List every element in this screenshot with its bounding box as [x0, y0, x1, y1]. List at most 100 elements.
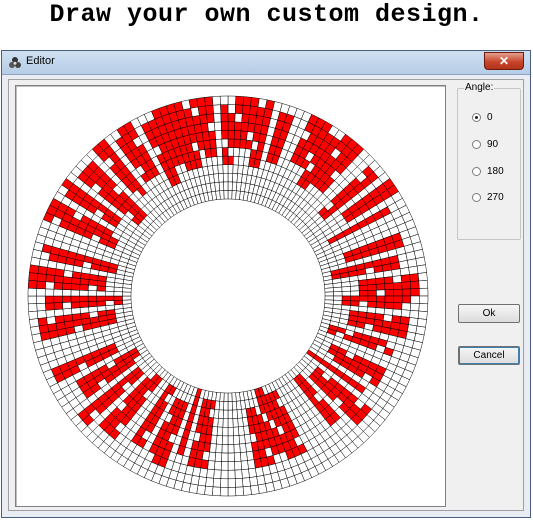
- grid-cell[interactable]: [199, 114, 208, 125]
- grid-cell[interactable]: [358, 279, 368, 286]
- grid-cell[interactable]: [237, 417, 244, 428]
- grid-cell[interactable]: [358, 295, 369, 302]
- grid-cell[interactable]: [367, 284, 377, 291]
- grid-cell[interactable]: [219, 190, 225, 200]
- angle-option-90[interactable]: 90: [472, 138, 498, 152]
- grid-cell[interactable]: [221, 444, 229, 454]
- grid-cell[interactable]: [391, 268, 402, 277]
- grid-cell[interactable]: [238, 434, 246, 445]
- grid-cell[interactable]: [246, 450, 255, 461]
- grid-cell[interactable]: [227, 426, 234, 437]
- grid-cell[interactable]: [37, 317, 48, 327]
- grid-cell[interactable]: [62, 301, 72, 310]
- grid-cell[interactable]: [222, 418, 229, 428]
- angle-option-0[interactable]: 0: [472, 111, 493, 125]
- grid-cell[interactable]: [233, 138, 241, 149]
- grid-cell[interactable]: [409, 273, 420, 282]
- grid-cell[interactable]: [417, 272, 428, 282]
- grid-cell[interactable]: [227, 418, 234, 428]
- grid-cell[interactable]: [219, 95, 229, 105]
- grid-cell[interactable]: [240, 460, 249, 470]
- grid-cell[interactable]: [227, 138, 235, 148]
- grid-cell[interactable]: [227, 444, 235, 454]
- grid-cell[interactable]: [227, 130, 235, 140]
- grid-cell[interactable]: [62, 308, 73, 316]
- grid-cell[interactable]: [214, 452, 223, 462]
- grid-cell[interactable]: [227, 452, 235, 462]
- grid-cell[interactable]: [54, 308, 64, 317]
- grid-cell[interactable]: [27, 280, 38, 289]
- grid-cell[interactable]: [63, 314, 74, 323]
- grid-cell[interactable]: [221, 130, 229, 140]
- grid-cell[interactable]: [29, 318, 40, 328]
- grid-cell[interactable]: [410, 295, 420, 304]
- grid-cell[interactable]: [227, 461, 236, 471]
- grid-cell[interactable]: [227, 469, 236, 480]
- grid-cell[interactable]: [216, 147, 223, 157]
- grid-cell[interactable]: [96, 290, 106, 297]
- grid-cell[interactable]: [392, 275, 402, 284]
- grid-cell[interactable]: [367, 295, 377, 303]
- grid-cell[interactable]: [227, 401, 233, 411]
- grid-cell[interactable]: [79, 289, 89, 297]
- grid-cell[interactable]: [227, 104, 236, 114]
- grid-cell[interactable]: [54, 315, 65, 324]
- grid-cell[interactable]: [104, 290, 115, 297]
- grid-cell[interactable]: [227, 409, 234, 420]
- grid-cell[interactable]: [376, 295, 386, 303]
- grid-cell[interactable]: [70, 301, 81, 309]
- grid-cell[interactable]: [234, 121, 242, 132]
- grid-cell[interactable]: [384, 282, 394, 291]
- grid-cell[interactable]: [45, 274, 56, 283]
- grid-cell[interactable]: [87, 295, 98, 302]
- grid-cell[interactable]: [227, 147, 235, 157]
- grid-cell[interactable]: [220, 461, 229, 471]
- grid-cell[interactable]: [232, 155, 240, 166]
- grid-cell[interactable]: [233, 130, 242, 140]
- grid-cell[interactable]: [350, 300, 360, 307]
- grid-cell[interactable]: [54, 275, 64, 284]
- grid-cell[interactable]: [220, 469, 229, 480]
- grid-cell[interactable]: [242, 485, 252, 496]
- grid-cell[interactable]: [87, 300, 98, 308]
- ok-button[interactable]: Ok: [458, 304, 520, 323]
- grid-cell[interactable]: [341, 286, 351, 292]
- grid-cell[interactable]: [384, 301, 394, 310]
- grid-cell[interactable]: [215, 443, 223, 454]
- grid-cell[interactable]: [96, 300, 106, 307]
- grid-cell[interactable]: [232, 426, 240, 437]
- grid-cell[interactable]: [249, 476, 259, 487]
- grid-cell[interactable]: [366, 278, 377, 286]
- grid-cell[interactable]: [204, 485, 214, 496]
- grid-cell[interactable]: [213, 469, 222, 479]
- grid-cell[interactable]: [401, 288, 412, 297]
- grid-cell[interactable]: [227, 487, 237, 497]
- grid-cell[interactable]: [375, 277, 385, 285]
- grid-cell[interactable]: [383, 276, 394, 284]
- grid-cell[interactable]: [410, 302, 420, 312]
- grid-cell[interactable]: [213, 113, 222, 123]
- angle-option-180[interactable]: 180: [472, 165, 504, 179]
- grid-cell[interactable]: [392, 308, 402, 317]
- grid-cell[interactable]: [231, 392, 237, 402]
- grid-cell[interactable]: [419, 295, 429, 305]
- grid-cell[interactable]: [214, 460, 222, 471]
- grid-cell[interactable]: [417, 310, 428, 320]
- grid-cell[interactable]: [70, 289, 80, 297]
- grid-cell[interactable]: [227, 95, 237, 105]
- grid-cell[interactable]: [36, 295, 46, 304]
- grid-cell[interactable]: [324, 287, 334, 293]
- grid-cell[interactable]: [221, 435, 229, 445]
- grid-cell[interactable]: [410, 280, 420, 290]
- grid-cell[interactable]: [44, 288, 55, 297]
- grid-cell[interactable]: [220, 112, 229, 123]
- grid-cell[interactable]: [53, 282, 64, 290]
- cancel-button[interactable]: Cancel: [458, 346, 520, 365]
- grid-cell[interactable]: [122, 299, 132, 305]
- grid-cell[interactable]: [214, 130, 223, 140]
- grid-cell[interactable]: [240, 122, 249, 132]
- grid-cell[interactable]: [214, 121, 222, 132]
- grid-cell[interactable]: [207, 460, 216, 470]
- grid-cell[interactable]: [399, 267, 410, 276]
- grid-cell[interactable]: [408, 265, 419, 275]
